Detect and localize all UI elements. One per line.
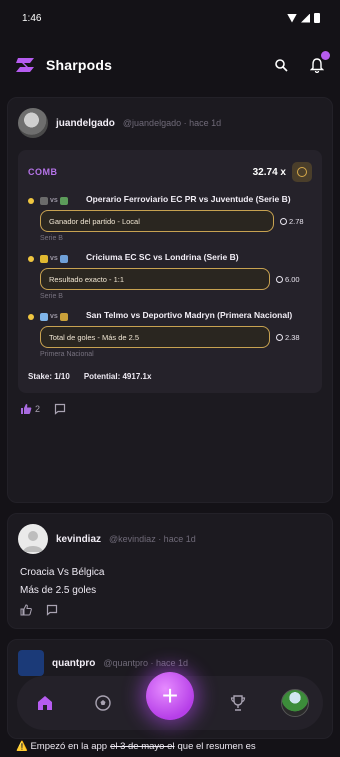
trophy-icon[interactable] [224,689,252,717]
wifi-icon [287,13,297,23]
match-title: Criciuma EC SC vs Londrina (Serie B) [86,252,239,262]
avatar[interactable] [18,108,48,138]
bet-leg: vs Criciuma EC SC vs Londrina (Serie B) … [28,252,312,300]
shirt-icon [40,312,48,321]
team-shirts: vs [40,194,82,206]
handle: @juandelgado · hace 1d [122,118,222,128]
league-label: Serie B [40,235,63,242]
comment-button[interactable] [46,604,58,616]
post-header: juandelgado @juandelgado · hace 1d [8,98,332,138]
thumbs-up-icon [21,404,32,414]
battery-icon [314,13,320,23]
status-dot [28,256,34,262]
username[interactable]: quantpro [52,658,95,669]
comment-icon [54,403,66,415]
app-logo[interactable]: Sharpods [14,54,112,76]
shirt-icon [40,254,48,263]
team-shirts: vs [40,310,82,322]
status-dot [28,198,34,204]
status-icons [287,13,320,23]
post-text-line: Croacia Vs Bélgica [20,567,105,578]
create-post-button[interactable]: + [146,672,194,720]
pick-odds: 2.38 [276,333,300,342]
handle: @kevindiaz · hace 1d [109,534,196,544]
app-title: Sharpods [46,57,113,73]
notification-badge [321,51,330,60]
bet-card[interactable]: COMB 32.74 x vs Operario Ferroviario EC … [18,150,322,393]
search-icon[interactable] [272,56,290,74]
pick-odds: 6.00 [276,275,300,284]
thumbs-up-icon [20,604,32,616]
signal-icon [301,13,310,23]
bet-leg: vs San Telmo vs Deportivo Madryn (Primer… [28,310,312,358]
announcement-banner[interactable]: ⚠️ Empezó en la app el 3 de mayo el que … [0,736,340,757]
stake-label: Stake: 1/10 [28,372,70,381]
pick-odds: 2.78 [280,217,304,226]
post-actions: 2 [8,393,332,425]
comment-button[interactable] [54,403,66,415]
post-header: kevindiaz @kevindiaz · hace 1d [8,514,332,554]
status-dot [28,314,34,320]
like-button[interactable] [20,604,32,616]
post-card: juandelgado @juandelgado · hace 1d COMB … [7,97,333,503]
status-bar: 1:46 [0,0,340,36]
match-title: Operario Ferroviario EC PR vs Juventude … [86,194,291,204]
banner-text-end: que el resumen es [177,741,256,752]
match-title: San Telmo vs Deportivo Madryn (Primera N… [86,310,293,320]
pick-chip[interactable]: Total de goles - Más de 2.5 [40,326,270,348]
home-icon[interactable] [31,689,59,717]
shirt-icon [59,196,68,205]
league-label: Primera Nacional [40,351,94,358]
post-text-line: Más de 2.5 goles [20,585,97,596]
profile-avatar[interactable] [281,689,309,717]
shirt-icon [59,312,68,321]
post-header: quantpro @quantpro · hace 1d [8,640,332,676]
pick-chip[interactable]: Ganador del partido - Local [40,210,274,232]
banner-text-struck: el 3 de mayo el [110,741,175,752]
stake-row: Stake: 1/10 Potential: 4917.1x [28,372,312,381]
bet-total-odds: 32.74 x [252,166,286,178]
post-card: kevindiaz @kevindiaz · hace 1d Croacia V… [7,513,333,629]
coin-icon[interactable] [292,162,312,182]
username[interactable]: juandelgado [56,118,115,129]
avatar[interactable] [18,650,44,676]
app-header: Sharpods [0,44,340,86]
handle: @quantpro · hace 1d [103,658,189,668]
comment-icon [46,604,58,616]
post-actions [8,600,332,626]
logo-icon [14,54,38,76]
like-count: 2 [35,404,41,414]
pick-chip[interactable]: Resultado exacto - 1:1 [40,268,270,290]
status-time: 1:46 [22,12,42,24]
bell-icon[interactable] [308,51,330,74]
shirt-icon [40,196,48,205]
potential-label: Potential: 4917.1x [83,372,152,381]
soccer-ball-icon[interactable] [89,689,117,717]
post-text: Croacia Vs Bélgica Más de 2.5 goles [8,554,332,600]
username[interactable]: kevindiaz [56,534,101,545]
bet-leg: vs Operario Ferroviario EC PR vs Juventu… [28,194,312,242]
team-shirts: vs [40,252,82,264]
banner-text-start: ⚠️ Empezó en la app [16,741,108,752]
league-label: Serie B [40,293,63,300]
shirt-icon [59,254,68,263]
like-button[interactable]: 2 [20,403,40,415]
avatar[interactable] [18,524,48,554]
bet-type-label: COMB [28,167,58,177]
